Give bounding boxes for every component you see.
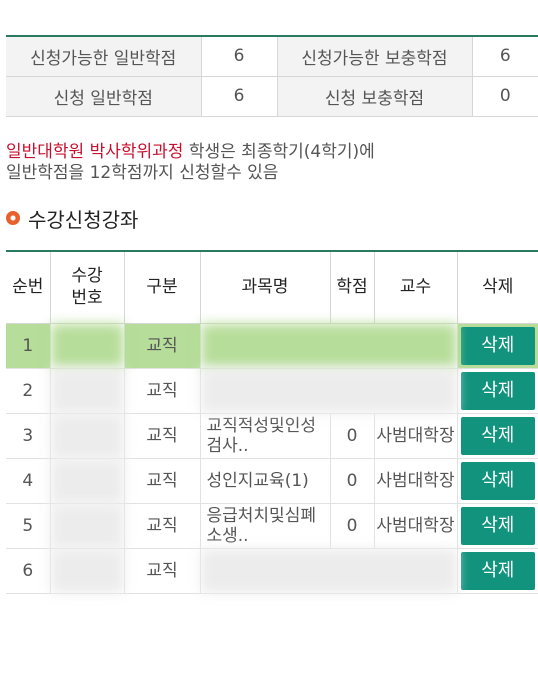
delete-button[interactable]: 삭제 (460, 326, 535, 365)
notice-highlight: 일반대학원 박사학위과정 (6, 142, 184, 162)
supplement-credit-applied-value: 0 (472, 76, 538, 117)
row-course-name: 성인지교육(1) (200, 458, 331, 504)
row-code-redacted (50, 413, 125, 459)
col-header-professor: 교수 (374, 251, 458, 324)
row-type: 교직 (124, 548, 201, 594)
summary-row: 신청 일반학점 6 신청 보충학점 0 (6, 76, 538, 117)
row-no: 6 (6, 548, 51, 594)
row-no: 3 (6, 413, 51, 459)
row-code-redacted (50, 368, 125, 414)
table-row[interactable]: 1 교직 삭제 (6, 323, 538, 369)
row-details-redacted (200, 368, 458, 414)
row-details-redacted (200, 323, 458, 369)
table-row[interactable]: 5 교직 응급처치및심폐소생.. 0 사범대학장 삭제 (6, 503, 538, 549)
row-details-redacted (200, 548, 458, 594)
general-credit-available-value: 6 (201, 36, 278, 77)
row-code-redacted (50, 458, 125, 504)
row-course-name: 교직적성및인성검사.. (200, 413, 331, 459)
delete-button[interactable]: 삭제 (460, 371, 535, 410)
row-code-redacted (50, 548, 125, 594)
row-type: 교직 (124, 413, 201, 459)
notice-text: 학생은 최종학기(4학기)에 (183, 142, 375, 162)
row-no: 1 (6, 323, 51, 369)
delete-button[interactable]: 삭제 (460, 416, 535, 455)
row-delete-cell: 삭제 (457, 413, 538, 459)
col-header-delete: 삭제 (457, 251, 538, 324)
section-header: 수강신청강좌 (6, 204, 138, 232)
summary-row: 신청가능한 일반학점 6 신청가능한 보충학점 6 (6, 36, 538, 77)
general-credit-applied-value: 6 (201, 76, 278, 117)
row-credit: 0 (330, 503, 375, 549)
row-type: 교직 (124, 368, 201, 414)
registration-notice: 일반대학원 박사학위과정 학생은 최종학기(4학기)에 일반학점을 12학점까지… (6, 142, 536, 184)
row-professor: 사범대학장 (374, 413, 458, 459)
row-type: 교직 (124, 323, 201, 369)
supplement-credit-applied-label: 신청 보충학점 (277, 76, 473, 117)
row-delete-cell: 삭제 (457, 458, 538, 504)
col-header-type: 구분 (124, 251, 201, 324)
row-code-redacted (50, 323, 125, 369)
bullet-icon (6, 211, 20, 225)
row-credit: 0 (330, 458, 375, 504)
col-header-no: 순번 (6, 251, 51, 324)
row-delete-cell: 삭제 (457, 368, 538, 414)
enrolled-courses-table: 순번 수강 번호 구분 과목명 학점 교수 삭제 1 교직 삭제 2 교직 삭제… (6, 250, 538, 594)
row-type: 교직 (124, 503, 201, 549)
row-professor: 사범대학장 (374, 503, 458, 549)
general-credit-available-label: 신청가능한 일반학점 (6, 36, 202, 77)
row-professor: 사범대학장 (374, 458, 458, 504)
supplement-credit-available-label: 신청가능한 보충학점 (277, 36, 473, 77)
row-no: 5 (6, 503, 51, 549)
general-credit-applied-label: 신청 일반학점 (6, 76, 202, 117)
table-row[interactable]: 2 교직 삭제 (6, 368, 538, 414)
row-delete-cell: 삭제 (457, 503, 538, 549)
delete-button[interactable]: 삭제 (460, 506, 535, 545)
table-header-row: 순번 수강 번호 구분 과목명 학점 교수 삭제 (6, 251, 538, 324)
credit-summary-table: 신청가능한 일반학점 6 신청가능한 보충학점 6 신청 일반학점 6 신청 보… (6, 35, 538, 117)
supplement-credit-available-value: 6 (472, 36, 538, 77)
row-code-redacted (50, 503, 125, 549)
row-course-name: 응급처치및심폐소생.. (200, 503, 331, 549)
row-delete-cell: 삭제 (457, 548, 538, 594)
col-header-name: 과목명 (200, 251, 331, 324)
row-no: 2 (6, 368, 51, 414)
row-type: 교직 (124, 458, 201, 504)
table-row[interactable]: 6 교직 삭제 (6, 548, 538, 594)
section-title: 수강신청강좌 (28, 207, 139, 232)
col-header-credit: 학점 (330, 251, 375, 324)
col-header-code: 수강 번호 (50, 251, 125, 324)
delete-button[interactable]: 삭제 (460, 461, 535, 500)
row-no: 4 (6, 458, 51, 504)
row-delete-cell: 삭제 (457, 323, 538, 369)
table-row[interactable]: 3 교직 교직적성및인성검사.. 0 사범대학장 삭제 (6, 413, 538, 459)
row-credit: 0 (330, 413, 375, 459)
col-header-code-text: 수강 번호 (71, 266, 103, 309)
notice-line2: 일반학점을 12학점까지 신청할수 있음 (6, 163, 279, 183)
table-row[interactable]: 4 교직 성인지교육(1) 0 사범대학장 삭제 (6, 458, 538, 504)
delete-button[interactable]: 삭제 (460, 551, 535, 590)
